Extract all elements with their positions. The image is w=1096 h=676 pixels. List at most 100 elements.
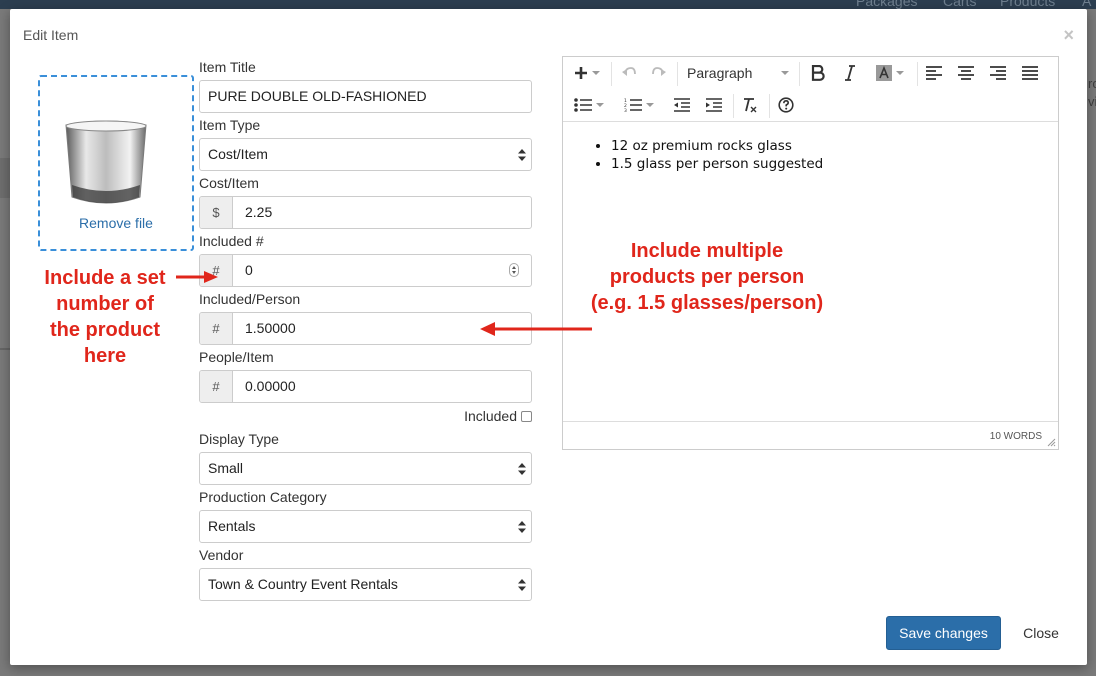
included-checkbox-row[interactable]: Included	[464, 408, 532, 424]
annotation-set-number: Include a set number of the product here	[30, 265, 180, 369]
included-number-input[interactable]: # 0	[199, 254, 532, 287]
cost-item-input[interactable]: $ 2.25	[199, 196, 532, 229]
text-color-icon	[876, 65, 892, 81]
item-type-value: Cost/Item	[208, 146, 268, 162]
help-button[interactable]	[771, 90, 801, 120]
people-per-item-value: 0.00000	[245, 378, 296, 394]
outdent-button[interactable]	[667, 90, 697, 120]
align-right-icon	[990, 66, 1006, 80]
item-type-select[interactable]: Cost/Item	[199, 138, 532, 171]
modal-title: Edit Item	[23, 27, 79, 43]
remove-file-link[interactable]: Remove file	[40, 215, 192, 231]
block-format-dropdown[interactable]: Paragraph	[681, 58, 793, 88]
save-changes-button[interactable]: Save changes	[886, 616, 1001, 650]
bullet-item: 12 oz premium rocks glass	[611, 137, 823, 155]
outdent-icon	[674, 98, 690, 112]
indent-icon	[706, 98, 722, 112]
included-checkbox-label: Included	[464, 408, 517, 424]
people-per-item-input[interactable]: # 0.00000	[199, 370, 532, 403]
align-right-button[interactable]	[983, 58, 1013, 88]
included-checkbox[interactable]	[521, 410, 532, 422]
vendor-select[interactable]: Town & Country Event Rentals	[199, 568, 532, 601]
clear-formatting-button[interactable]	[735, 90, 765, 120]
align-left-icon	[926, 66, 942, 80]
redo-icon	[652, 67, 666, 76]
text-color-button[interactable]	[867, 58, 913, 88]
toolbar-separator	[733, 94, 734, 118]
annotation-line: (e.g. 1.5 glasses/person)	[590, 292, 824, 314]
production-category-select[interactable]: Rentals	[199, 510, 532, 543]
word-count: 10 WORDS	[989, 431, 1042, 442]
bg-fragment-text: vi	[1088, 94, 1096, 109]
annotation-line: the product	[50, 319, 160, 341]
toolbar-separator	[917, 62, 918, 86]
justify-icon	[1022, 66, 1038, 80]
people-per-item-label: People/Item	[199, 349, 274, 365]
bg-fragment	[0, 348, 10, 350]
number-spinner-icon[interactable]	[509, 263, 519, 277]
clear-formatting-icon	[744, 98, 757, 113]
undo-button[interactable]	[615, 58, 643, 88]
annotation-line: Include multiple	[630, 240, 784, 262]
align-center-icon	[958, 66, 974, 80]
annotation-line: number of	[56, 293, 154, 315]
display-type-select[interactable]: Small	[199, 452, 532, 485]
svg-text:3: 3	[624, 108, 627, 112]
italic-button[interactable]	[835, 58, 865, 88]
included-per-person-label: Included/Person	[199, 291, 301, 307]
toolbar-separator	[769, 94, 770, 118]
background-navbar: Packages Carts Products A	[0, 0, 1096, 9]
production-category-label: Production Category	[199, 489, 327, 505]
indent-button[interactable]	[699, 90, 729, 120]
item-title-label: Item Title	[199, 59, 256, 75]
bold-icon	[811, 65, 825, 81]
editor-toolbar: Paragraph 1 2 3	[563, 57, 1058, 122]
italic-icon	[845, 65, 855, 81]
align-left-button[interactable]	[919, 58, 949, 88]
justify-button[interactable]	[1015, 58, 1045, 88]
bg-nav-carts: Carts	[943, 0, 977, 9]
numbered-list-button[interactable]: 123	[617, 90, 661, 120]
bullet-item: 1.5 glass per person suggested	[611, 155, 823, 173]
select-arrows-icon	[518, 579, 526, 591]
bg-fragment	[0, 158, 10, 198]
image-dropzone[interactable]: Remove file	[38, 75, 194, 251]
select-arrows-icon	[518, 521, 526, 533]
resize-grip-icon[interactable]	[1047, 438, 1056, 447]
vendor-label: Vendor	[199, 547, 244, 563]
cost-item-label: Cost/Item	[199, 175, 259, 191]
annotation-line: Include a set	[44, 267, 166, 289]
select-arrows-icon	[518, 463, 526, 475]
numbered-list-icon: 123	[624, 98, 642, 112]
production-category-value: Rentals	[208, 518, 256, 534]
insert-button[interactable]	[567, 58, 607, 88]
close-icon[interactable]: ×	[1063, 26, 1074, 44]
vendor-value: Town & Country Event Rentals	[208, 576, 398, 592]
glass-thumbnail	[65, 120, 147, 204]
item-title-input[interactable]: PURE DOUBLE OLD-FASHIONED	[199, 80, 532, 113]
bg-fragment-text: ro	[1088, 76, 1096, 91]
block-format-value: Paragraph	[687, 65, 753, 81]
plus-icon	[575, 67, 587, 79]
redo-button[interactable]	[645, 58, 673, 88]
undo-icon	[622, 67, 636, 76]
annotation-per-person: Include multiple products per person (e.…	[562, 238, 852, 316]
included-per-person-value: 1.50000	[245, 320, 296, 336]
toolbar-separator	[611, 62, 612, 86]
included-per-person-input[interactable]: # 1.50000	[199, 312, 532, 345]
bullet-list-icon	[574, 98, 592, 112]
annotation-line: products per person	[609, 266, 805, 288]
help-icon	[778, 97, 794, 113]
align-center-button[interactable]	[951, 58, 981, 88]
editor-statusbar: 10 WORDS	[563, 421, 1058, 449]
included-number-value: 0	[245, 262, 253, 278]
bg-nav-products: Products	[1000, 0, 1056, 9]
bold-button[interactable]	[803, 58, 833, 88]
bg-nav-more: A	[1082, 0, 1092, 9]
close-button[interactable]: Close	[1011, 616, 1071, 650]
item-type-label: Item Type	[199, 117, 261, 133]
hash-addon: #	[200, 255, 233, 286]
bullet-list-button[interactable]	[567, 90, 611, 120]
toolbar-separator	[677, 62, 678, 86]
toolbar-separator	[799, 62, 800, 86]
